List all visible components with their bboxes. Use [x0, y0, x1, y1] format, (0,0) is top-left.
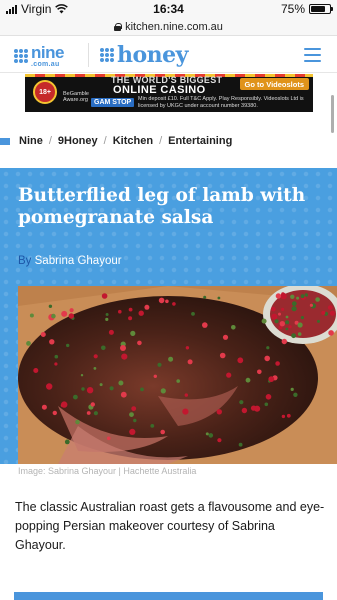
url-text[interactable]: kitchen.nine.com.au: [125, 21, 223, 33]
honey-dots-icon: [100, 48, 114, 62]
breadcrumb-item-entertaining[interactable]: Entertaining: [168, 135, 232, 147]
breadcrumb-separator: /: [159, 135, 163, 147]
ad-banner[interactable]: 18+ THE WORLD'S BIGGEST ONLINE CASINO Go…: [25, 74, 313, 112]
ad-cta-button[interactable]: Go to Videoslots: [239, 78, 309, 90]
article-title: Butterflied leg of lamb with pomegranate…: [18, 185, 306, 228]
battery-percent: 75%: [280, 2, 305, 16]
ad-fine-print: Min deposit £10. Full T&C Apply. Play Re…: [138, 96, 304, 109]
nine-logo-sub: .com.au: [31, 61, 60, 68]
nine-logo-word: nine: [31, 43, 64, 62]
breadcrumb: Nine / 9Honey / Kitchen / Entertaining: [0, 135, 232, 147]
ad-gamstop-badge: GAM STOP: [91, 98, 135, 107]
honey-logo-word: honey: [117, 42, 188, 68]
nine-logo-text: nine .com.au: [31, 44, 64, 68]
lock-icon: [114, 22, 123, 31]
content-bar: [14, 592, 323, 600]
status-bar-right: 75%: [280, 2, 333, 16]
article-hero: Butterflied leg of lamb with pomegranate…: [0, 168, 337, 464]
article-intro: The classic Australian roast gets a flav…: [15, 500, 325, 552]
breadcrumb-separator: /: [103, 135, 107, 147]
image-caption: Image: Sabrina Ghayour | Hachette Austra…: [18, 466, 197, 476]
breadcrumb-item-9honey[interactable]: 9Honey: [58, 135, 98, 147]
breadcrumb-item-nine[interactable]: Nine: [19, 135, 43, 147]
scroll-indicator[interactable]: [331, 95, 334, 133]
site-header: nine .com.au honey: [0, 37, 337, 73]
ad-18-badge: 18+: [33, 80, 57, 104]
breadcrumb-marker: [0, 137, 10, 145]
author-link[interactable]: Sabrina Ghayour: [35, 255, 122, 267]
address-bar[interactable]: kitchen.nine.com.au: [0, 18, 337, 36]
battery-fill: [311, 6, 325, 12]
byline: By Sabrina Ghayour: [18, 255, 122, 267]
battery-icon: [309, 4, 333, 14]
header-divider: [88, 43, 89, 67]
status-bar: Virgin 16:34 75%: [0, 0, 337, 18]
hamburger-menu-icon[interactable]: [304, 48, 321, 62]
honey-logo[interactable]: honey: [100, 42, 188, 68]
nine-dots-icon: [14, 49, 28, 63]
lamb-dish-photo: [18, 286, 337, 464]
breadcrumb-separator: /: [48, 135, 52, 147]
ad-headline-main: ONLINE CASINO: [113, 84, 206, 96]
byline-label: By: [18, 255, 32, 267]
breadcrumb-item-kitchen[interactable]: Kitchen: [113, 135, 153, 147]
nine-logo[interactable]: nine .com.au: [14, 44, 64, 68]
